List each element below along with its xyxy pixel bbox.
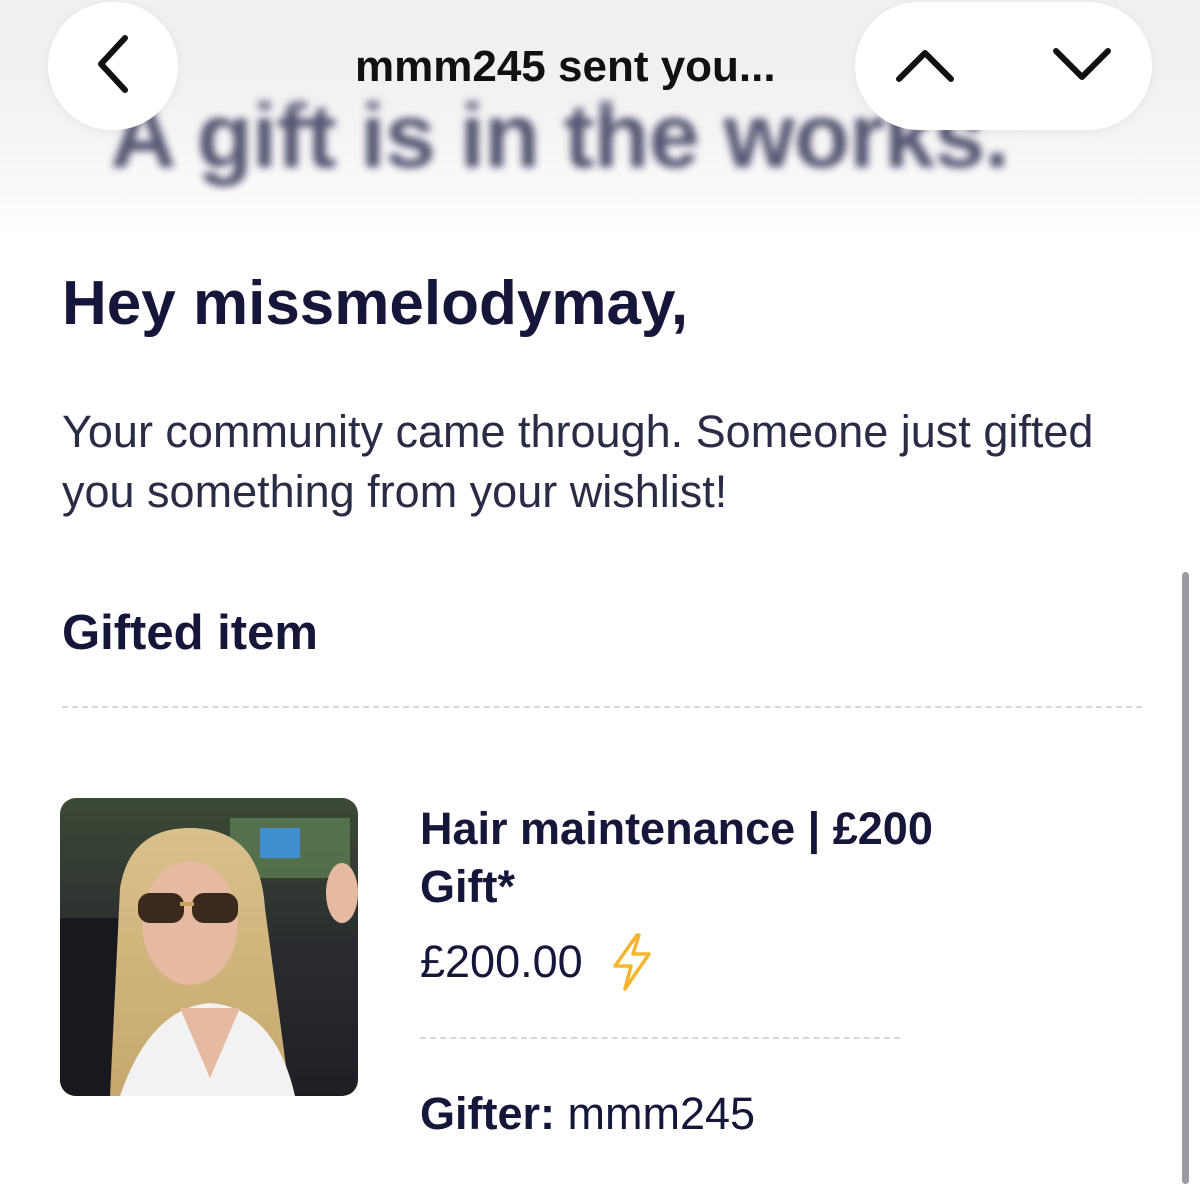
item-price: £200.00 <box>420 936 583 987</box>
scrollbar[interactable] <box>1182 572 1189 1184</box>
message-nav-pill <box>855 2 1152 130</box>
chevron-down-icon <box>1052 45 1112 90</box>
section-divider <box>62 706 1142 708</box>
section-title-gifted-item: Gifted item <box>62 606 318 660</box>
greeting-heading: Hey missmelodymay, <box>62 269 689 338</box>
gifter-label: Gifter: <box>420 1088 555 1139</box>
page-title: mmm245 sent you... <box>355 42 776 91</box>
item-thumbnail[interactable] <box>60 798 358 1096</box>
next-message-button[interactable] <box>1047 32 1117 102</box>
previous-message-button[interactable] <box>890 32 960 102</box>
item-name[interactable]: Hair maintenance | £200 Gift* <box>420 800 940 916</box>
item-divider <box>420 1037 900 1039</box>
gifter-value: mmm245 <box>555 1088 756 1139</box>
gifter-row: Gifter: mmm245 <box>420 1088 755 1140</box>
gift-message: Your community came through. Someone jus… <box>62 406 1094 517</box>
back-button[interactable] <box>48 2 178 130</box>
chevron-left-icon <box>93 34 133 99</box>
price-row: £200.00 <box>420 932 655 992</box>
chevron-up-icon <box>895 45 955 90</box>
lightning-bolt-icon <box>609 932 655 992</box>
